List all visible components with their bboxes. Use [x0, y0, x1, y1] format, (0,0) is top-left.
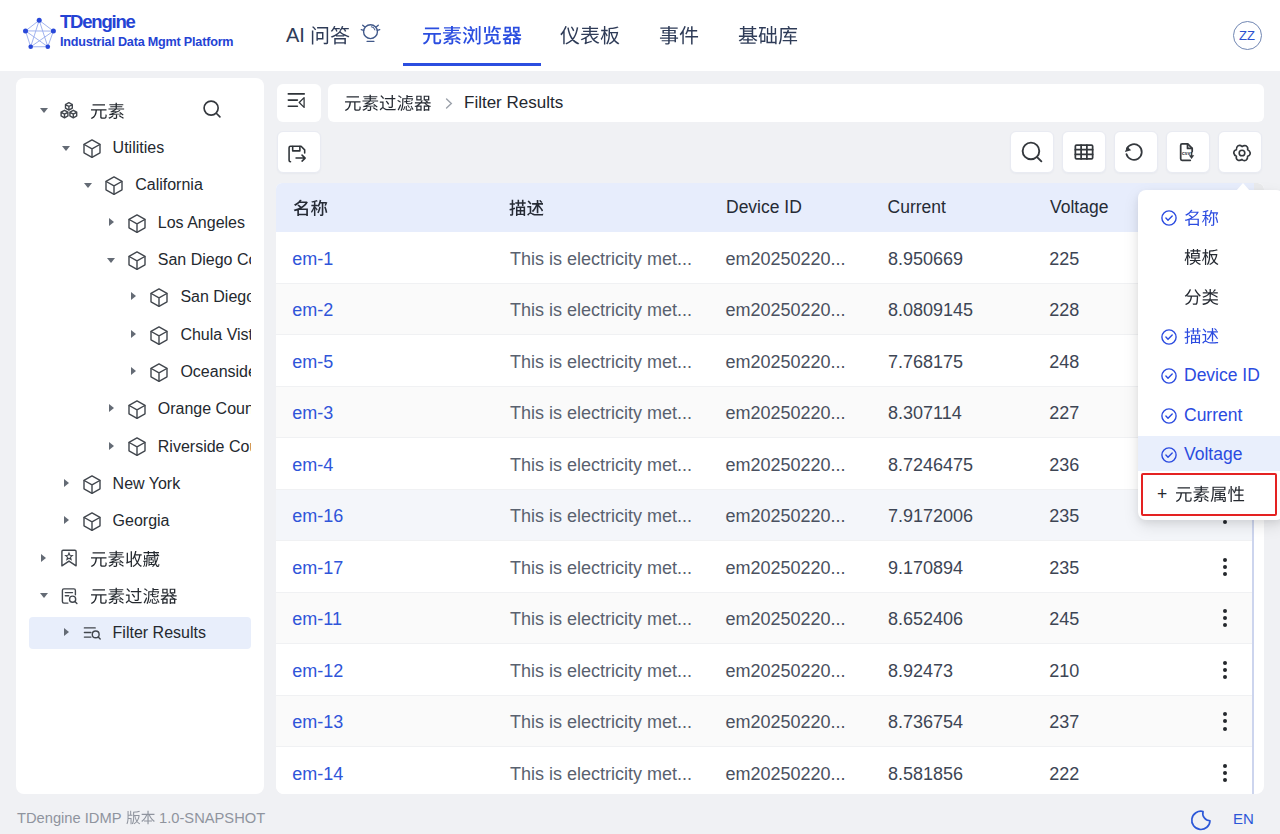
svg-text:csv: csv	[1182, 149, 1191, 155]
